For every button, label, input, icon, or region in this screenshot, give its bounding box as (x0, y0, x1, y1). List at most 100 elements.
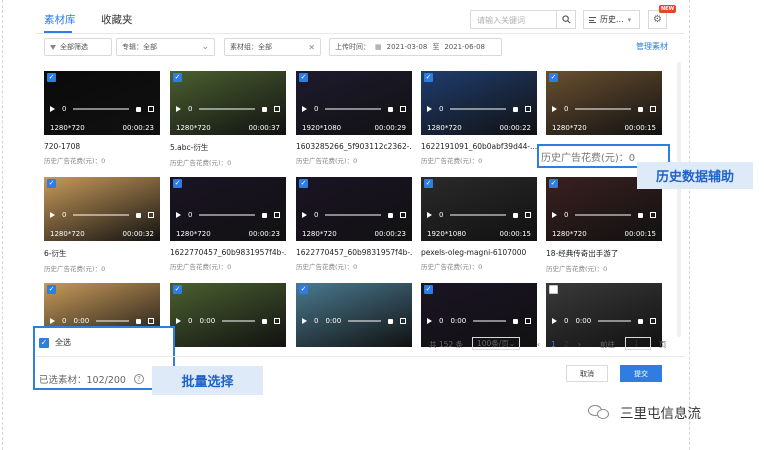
material-card[interactable]: ✓ 0 1280*720 00:00:23 1622770457_60b9831957f… (170, 177, 286, 271)
select-checkbox[interactable]: ✓ (424, 73, 433, 82)
fullscreen-icon[interactable] (148, 212, 154, 218)
play-icon[interactable] (302, 318, 307, 324)
tab-favorites[interactable]: 收藏夹 (101, 12, 133, 27)
video-thumbnail[interactable]: ✓ 0 1920*1080 00:00:15 (421, 177, 537, 241)
material-card[interactable]: ✓ 0 0:00 (296, 283, 412, 358)
video-thumbnail[interactable]: ✓ 0 1280*720 00:00:32 (44, 177, 160, 241)
tab-material-library[interactable]: 素材库 (44, 12, 76, 27)
play-icon[interactable] (50, 106, 55, 112)
video-thumbnail[interactable]: ✓ 0 1280*720 00:00:22 (421, 71, 537, 135)
fullscreen-icon[interactable] (525, 212, 531, 218)
video-thumbnail[interactable]: ✓ 0 1280*720 00:00:15 (546, 71, 662, 135)
play-icon[interactable] (427, 212, 432, 218)
goto-page-input[interactable]: 1 (625, 337, 651, 350)
page-1-button[interactable]: 1 (551, 337, 556, 351)
speaker-icon[interactable] (262, 318, 267, 324)
history-sort-button[interactable]: 历史... ▾ (583, 10, 640, 29)
video-progress[interactable] (199, 214, 255, 216)
video-progress[interactable] (325, 108, 381, 110)
play-icon[interactable] (552, 212, 557, 218)
select-checkbox[interactable]: ✓ (47, 179, 56, 188)
video-progress[interactable] (473, 320, 506, 322)
select-checkbox[interactable]: ✓ (549, 179, 558, 188)
video-progress[interactable] (73, 214, 129, 216)
play-icon[interactable] (176, 318, 181, 324)
select-checkbox[interactable]: ✓ (173, 73, 182, 82)
speaker-icon[interactable] (136, 212, 141, 218)
speaker-icon[interactable] (262, 106, 267, 112)
play-icon[interactable] (552, 106, 557, 112)
fullscreen-icon[interactable] (400, 212, 406, 218)
video-progress[interactable] (598, 320, 631, 322)
speaker-icon[interactable] (513, 212, 518, 218)
play-icon[interactable] (427, 318, 432, 324)
fullscreen-icon[interactable] (400, 106, 406, 112)
video-progress[interactable] (575, 214, 631, 216)
video-thumbnail[interactable]: ✓ 0 1920*1080 00:00:29 (296, 71, 412, 135)
material-card[interactable]: ✓ 0 1280*720 00:00:23 1622770457_60b9831957f… (296, 177, 412, 271)
fullscreen-icon[interactable] (274, 318, 280, 324)
all-filter-button[interactable]: 全部筛选 (44, 38, 112, 56)
help-icon[interactable]: ? (133, 374, 144, 384)
speaker-icon[interactable] (513, 318, 518, 324)
fullscreen-icon[interactable] (274, 212, 280, 218)
speaker-icon[interactable] (262, 212, 267, 218)
video-thumbnail[interactable]: ✓ 0 1280*720 00:00:23 (296, 177, 412, 241)
video-progress[interactable] (450, 108, 506, 110)
select-checkbox[interactable]: ✓ (47, 73, 56, 82)
video-progress[interactable] (222, 320, 255, 322)
select-checkbox[interactable]: ✓ (173, 285, 182, 294)
video-progress[interactable] (73, 108, 129, 110)
material-card[interactable]: ✓ 0 1920*1080 00:00:15 pexels-oleg-magni-610… (421, 177, 537, 271)
speaker-icon[interactable] (638, 212, 643, 218)
fullscreen-icon[interactable] (525, 106, 531, 112)
speaker-icon[interactable] (388, 318, 393, 324)
select-checkbox[interactable]: ✓ (299, 179, 308, 188)
video-progress[interactable] (199, 108, 255, 110)
album-select[interactable]: 专辑：全部 ⌄ (116, 38, 215, 56)
play-icon[interactable] (302, 212, 307, 218)
select-checkbox[interactable]: ✓ (424, 285, 433, 294)
material-card[interactable]: ✓ 0 1280*720 00:00:37 5.abc-衍生 历史广告花费(元)：0 (170, 71, 286, 167)
video-progress[interactable] (325, 214, 381, 216)
select-checkbox[interactable]: ✓ (299, 285, 308, 294)
play-icon[interactable] (176, 106, 181, 112)
video-progress[interactable] (96, 320, 129, 322)
material-card[interactable]: ✓ 0 0:00 (170, 283, 286, 358)
select-checkbox[interactable]: ✓ (173, 179, 182, 188)
select-checkbox[interactable]: ✓ (549, 73, 558, 82)
select-checkbox[interactable]: ✓ (299, 73, 308, 82)
material-card[interactable]: ✓ 0 1280*720 00:00:15 18-经典传奇出手游了 历史广告花费(元)：0 (546, 177, 662, 273)
fullscreen-icon[interactable] (650, 106, 656, 112)
prev-page-button[interactable]: ‹ (537, 337, 540, 351)
video-progress[interactable] (348, 320, 381, 322)
fullscreen-icon[interactable] (400, 318, 406, 324)
group-select[interactable]: 素材组：全部 ✕ (224, 38, 321, 56)
speaker-icon[interactable] (136, 106, 141, 112)
video-progress[interactable] (575, 108, 631, 110)
video-progress[interactable] (450, 214, 506, 216)
play-icon[interactable] (302, 106, 307, 112)
search-input[interactable]: 请输入关键词 (470, 10, 557, 29)
speaker-icon[interactable] (388, 212, 393, 218)
submit-button[interactable]: 提交 (620, 365, 662, 382)
fullscreen-icon[interactable] (148, 106, 154, 112)
speaker-icon[interactable] (638, 318, 643, 324)
material-card[interactable]: ✓ 0 1280*720 00:00:15 (546, 71, 662, 146)
play-icon[interactable] (427, 106, 432, 112)
play-icon[interactable] (50, 212, 55, 218)
select-checkbox[interactable]: ✓ (424, 179, 433, 188)
video-thumbnail[interactable]: ✓ 0 0:00 (170, 283, 286, 347)
play-icon[interactable] (50, 318, 55, 324)
fullscreen-icon[interactable] (650, 212, 656, 218)
fullscreen-icon[interactable] (148, 318, 154, 324)
play-icon[interactable] (552, 318, 557, 324)
select-checkbox[interactable]: ✓ (47, 285, 56, 294)
speaker-icon[interactable] (136, 318, 141, 324)
material-card[interactable]: ✓ 0 1280*720 00:00:32 6-衍生 历史广告花费(元)：0 (44, 177, 160, 273)
speaker-icon[interactable] (388, 106, 393, 112)
video-thumbnail[interactable]: ✓ 0 1280*720 00:00:23 (170, 177, 286, 241)
video-thumbnail[interactable]: ✓ 0 0:00 (296, 283, 412, 347)
next-page-button[interactable]: › (578, 337, 581, 351)
upload-date-range[interactable]: 上传时间： ▦ 2021-03-08 至 2021-06-08 (329, 38, 502, 56)
